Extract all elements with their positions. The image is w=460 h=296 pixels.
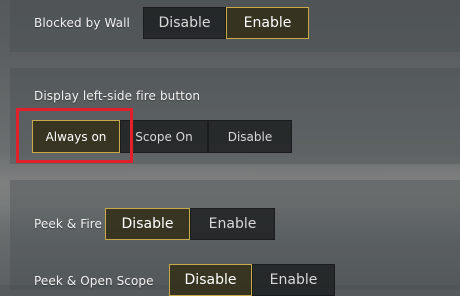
- highlight-box: [16, 108, 133, 163]
- peek-fire-toggle: Disable Enable: [105, 208, 275, 240]
- scope-on-button[interactable]: Scope On: [120, 120, 208, 153]
- blocked-by-wall-disable-button[interactable]: Disable: [143, 7, 226, 39]
- peek-fire-label: Peek & Fire: [34, 217, 103, 231]
- peek-fire-disable-button[interactable]: Disable: [105, 208, 190, 240]
- peek-open-scope-enable-button[interactable]: Enable: [252, 264, 335, 296]
- blocked-by-wall-label: Blocked by Wall: [34, 16, 130, 30]
- blocked-by-wall-enable-button[interactable]: Enable: [226, 7, 309, 39]
- peek-open-scope-toggle: Disable Enable: [169, 264, 335, 296]
- left-fire-button-label: Display left-side fire button: [34, 89, 201, 103]
- blocked-by-wall-toggle: Disable Enable: [143, 7, 309, 39]
- peek-fire-enable-button[interactable]: Enable: [190, 208, 275, 240]
- peek-open-scope-label: Peek & Open Scope: [34, 274, 154, 288]
- left-fire-disable-button[interactable]: Disable: [208, 120, 292, 153]
- peek-open-scope-disable-button[interactable]: Disable: [169, 264, 252, 296]
